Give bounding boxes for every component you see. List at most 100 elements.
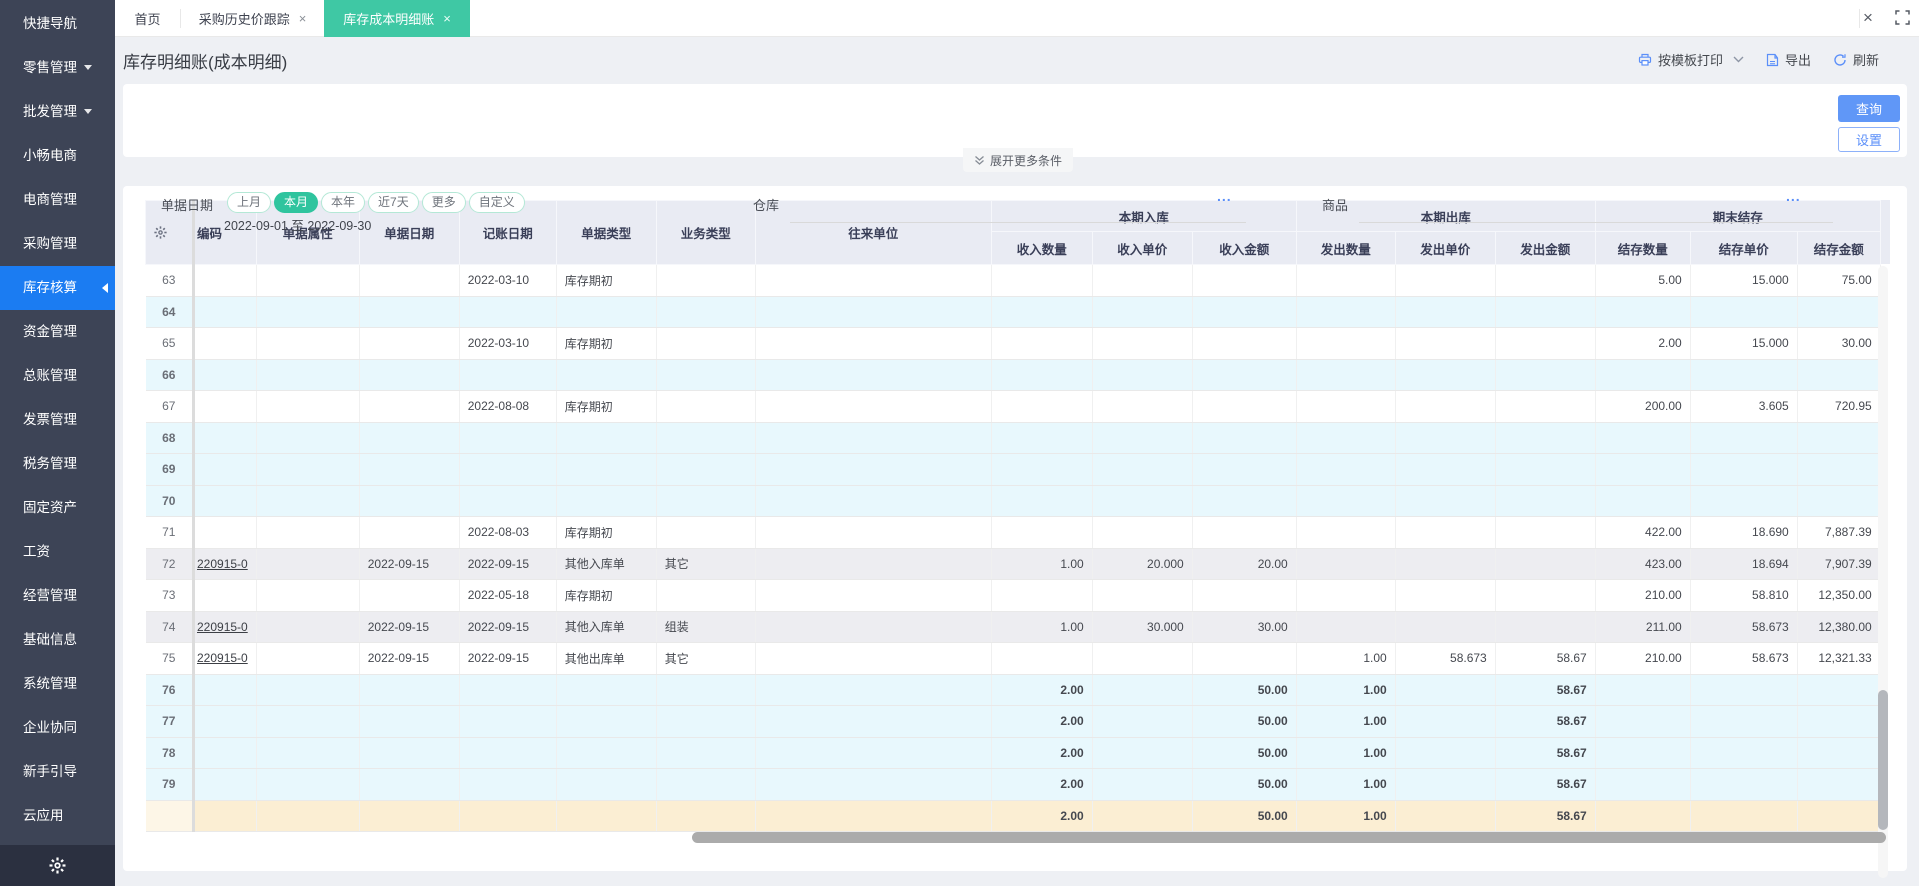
table-cell bbox=[1092, 516, 1193, 549]
table-cell bbox=[1797, 737, 1881, 769]
table-cell: 58.67 bbox=[1495, 642, 1596, 675]
sidebar-item-label: 新手引导 bbox=[23, 764, 77, 779]
tab-home[interactable]: 首页 bbox=[115, 0, 180, 37]
sidebar-item-零售管理[interactable]: 零售管理 bbox=[0, 46, 115, 90]
export-button[interactable]: 导出 bbox=[1766, 50, 1811, 69]
sidebar-item-固定资产[interactable]: 固定资产 bbox=[0, 486, 115, 530]
sidebar-item-小畅电商[interactable]: 小畅电商 bbox=[0, 134, 115, 178]
expand-more-conditions-button[interactable]: 展开更多条件 bbox=[963, 148, 1073, 172]
table-row[interactable]: 77 2.00 50.00 1.00 58.67 bbox=[145, 705, 1881, 738]
vertical-scrollbar[interactable] bbox=[1878, 266, 1888, 878]
table-row[interactable]: 67 2022-08-08 库存期初 200.00 3.605 720.95 bbox=[145, 390, 1881, 423]
column-header-收入金额: 收入金额 bbox=[1191, 231, 1297, 265]
doc-code-link[interactable]: 220915-0 bbox=[197, 651, 248, 665]
table-cell: 其他入库单 bbox=[556, 611, 657, 643]
table-cell bbox=[1797, 799, 1881, 832]
table-cell bbox=[755, 548, 992, 580]
gear-icon bbox=[49, 857, 66, 874]
table-row[interactable]: 78 2.00 50.00 1.00 58.67 bbox=[145, 737, 1881, 769]
table-row[interactable]: 64 bbox=[145, 296, 1881, 328]
product-picker-button[interactable]: ... bbox=[1786, 188, 1801, 204]
table-row[interactable]: 76 2.00 50.00 1.00 58.67 bbox=[145, 674, 1881, 706]
tab-inventory-cost-ledger[interactable]: 库存成本明细账 × bbox=[324, 0, 470, 37]
column-header-结存数量: 结存数量 bbox=[1594, 231, 1691, 265]
table-cell bbox=[755, 737, 992, 769]
tab-purchase-history[interactable]: 采购历史价跟踪 × bbox=[181, 0, 324, 37]
sidebar-item-库存核算[interactable]: 库存核算 bbox=[0, 266, 115, 310]
table-cell: 2.00 bbox=[991, 674, 1093, 706]
sidebar-item-发票管理[interactable]: 发票管理 bbox=[0, 398, 115, 442]
table-cell bbox=[1495, 611, 1596, 643]
pill-自定义[interactable]: 自定义 bbox=[468, 192, 525, 213]
table-cell bbox=[256, 390, 360, 423]
table-cell bbox=[1192, 453, 1297, 486]
table-row[interactable]: 72 220915-0 2022-09-15 2022-09-15 其他入库单 其它 1.0… bbox=[145, 548, 1881, 580]
sidebar-item-企业协同[interactable]: 企业协同 bbox=[0, 706, 115, 750]
table-cell bbox=[1595, 674, 1691, 706]
table-cell bbox=[991, 327, 1093, 360]
table-row[interactable]: 73 2022-05-18 库存期初 210.00 58.810 12,350.00 bbox=[145, 579, 1881, 612]
table-row[interactable]: 68 bbox=[145, 422, 1881, 454]
doc-code-link[interactable]: 220915-0 bbox=[197, 557, 248, 571]
doc-code-cell[interactable]: 220915-0 bbox=[192, 611, 257, 643]
sidebar-item-总账管理[interactable]: 总账管理 bbox=[0, 354, 115, 398]
table-row[interactable]: 74 220915-0 2022-09-15 2022-09-15 其他入库单 组装 1.0… bbox=[145, 611, 1881, 643]
doc-code-cell[interactable]: 220915-0 bbox=[192, 642, 257, 675]
table-cell bbox=[1395, 296, 1496, 328]
horizontal-scrollbar-thumb[interactable] bbox=[692, 832, 1886, 843]
column-header-单据类型: 单据类型 bbox=[555, 200, 657, 265]
table-cell bbox=[1092, 327, 1193, 360]
table-row[interactable]: 79 2.00 50.00 1.00 58.67 bbox=[145, 768, 1881, 801]
table-cell bbox=[556, 359, 657, 391]
query-button[interactable]: 查询 bbox=[1838, 95, 1900, 122]
table-row[interactable]: 70 bbox=[145, 485, 1881, 517]
close-icon[interactable]: × bbox=[1863, 8, 1873, 28]
pill-上月[interactable]: 上月 bbox=[227, 192, 272, 213]
pill-更多[interactable]: 更多 bbox=[421, 192, 466, 213]
tab-close-icon[interactable]: × bbox=[299, 11, 307, 26]
table-row[interactable]: 75 220915-0 2022-09-15 2022-09-15 其他出库单 其它 1.0… bbox=[145, 642, 1881, 675]
sidebar-item-批发管理[interactable]: 批发管理 bbox=[0, 90, 115, 134]
product-input[interactable] bbox=[1359, 204, 1833, 223]
sidebar-item-税务管理[interactable]: 税务管理 bbox=[0, 442, 115, 486]
print-by-template-button[interactable]: 按模板打印 bbox=[1638, 50, 1744, 69]
sidebar-item-资金管理[interactable]: 资金管理 bbox=[0, 310, 115, 354]
table-cell bbox=[1395, 705, 1496, 738]
table-row[interactable]: 63 2022-03-10 库存期初 5.00 15.000 75.00 bbox=[145, 264, 1881, 297]
vertical-scrollbar-thumb[interactable] bbox=[1878, 690, 1888, 830]
warehouse-picker-button[interactable]: ... bbox=[1217, 188, 1232, 204]
horizontal-scrollbar[interactable] bbox=[145, 832, 1890, 844]
table-cell: 20.000 bbox=[1092, 548, 1193, 580]
pill-本月[interactable]: 本月 bbox=[274, 192, 319, 213]
refresh-button[interactable]: 刷新 bbox=[1833, 50, 1879, 69]
pill-近7天[interactable]: 近7天 bbox=[368, 192, 419, 213]
table-row[interactable]: 2.00 50.00 1.00 58.67 bbox=[145, 799, 1881, 832]
pill-本年[interactable]: 本年 bbox=[321, 192, 366, 213]
sidebar-item-采购管理[interactable]: 采购管理 bbox=[0, 222, 115, 266]
chevron-down-icon[interactable] bbox=[1733, 56, 1744, 63]
table-cell bbox=[755, 296, 992, 328]
sidebar-item-新手引导[interactable]: 新手引导 bbox=[0, 750, 115, 794]
sidebar-item-电商管理[interactable]: 电商管理 bbox=[0, 178, 115, 222]
sidebar-item-label: 经营管理 bbox=[23, 588, 77, 603]
settings-button[interactable]: 设置 bbox=[1838, 127, 1900, 152]
warehouse-input[interactable] bbox=[790, 204, 1246, 223]
table-row[interactable]: 69 bbox=[145, 453, 1881, 486]
table-row[interactable]: 71 2022-08-03 库存期初 422.00 18.690 7,887.39 bbox=[145, 516, 1881, 549]
tab-close-icon[interactable]: × bbox=[443, 11, 451, 26]
sidebar-item-工资[interactable]: 工资 bbox=[0, 530, 115, 574]
sidebar-item-系统管理[interactable]: 系统管理 bbox=[0, 662, 115, 706]
table-cell: 58.673 bbox=[1395, 642, 1496, 675]
fullscreen-icon[interactable] bbox=[1895, 10, 1910, 25]
doc-code-link[interactable]: 220915-0 bbox=[197, 620, 248, 634]
sidebar-item-云应用[interactable]: 云应用 bbox=[0, 794, 115, 838]
sidebar-item-快捷导航[interactable]: 快捷导航 bbox=[0, 2, 115, 46]
sidebar-item-基础信息[interactable]: 基础信息 bbox=[0, 618, 115, 662]
doc-code-cell[interactable]: 220915-0 bbox=[192, 548, 257, 580]
table-cell bbox=[1395, 799, 1496, 832]
sidebar-settings-button[interactable] bbox=[0, 845, 115, 886]
sidebar-item-label: 零售管理 bbox=[23, 60, 77, 75]
table-row[interactable]: 65 2022-03-10 库存期初 2.00 15.000 30.00 bbox=[145, 327, 1881, 360]
table-row[interactable]: 66 bbox=[145, 359, 1881, 391]
sidebar-item-经营管理[interactable]: 经营管理 bbox=[0, 574, 115, 618]
